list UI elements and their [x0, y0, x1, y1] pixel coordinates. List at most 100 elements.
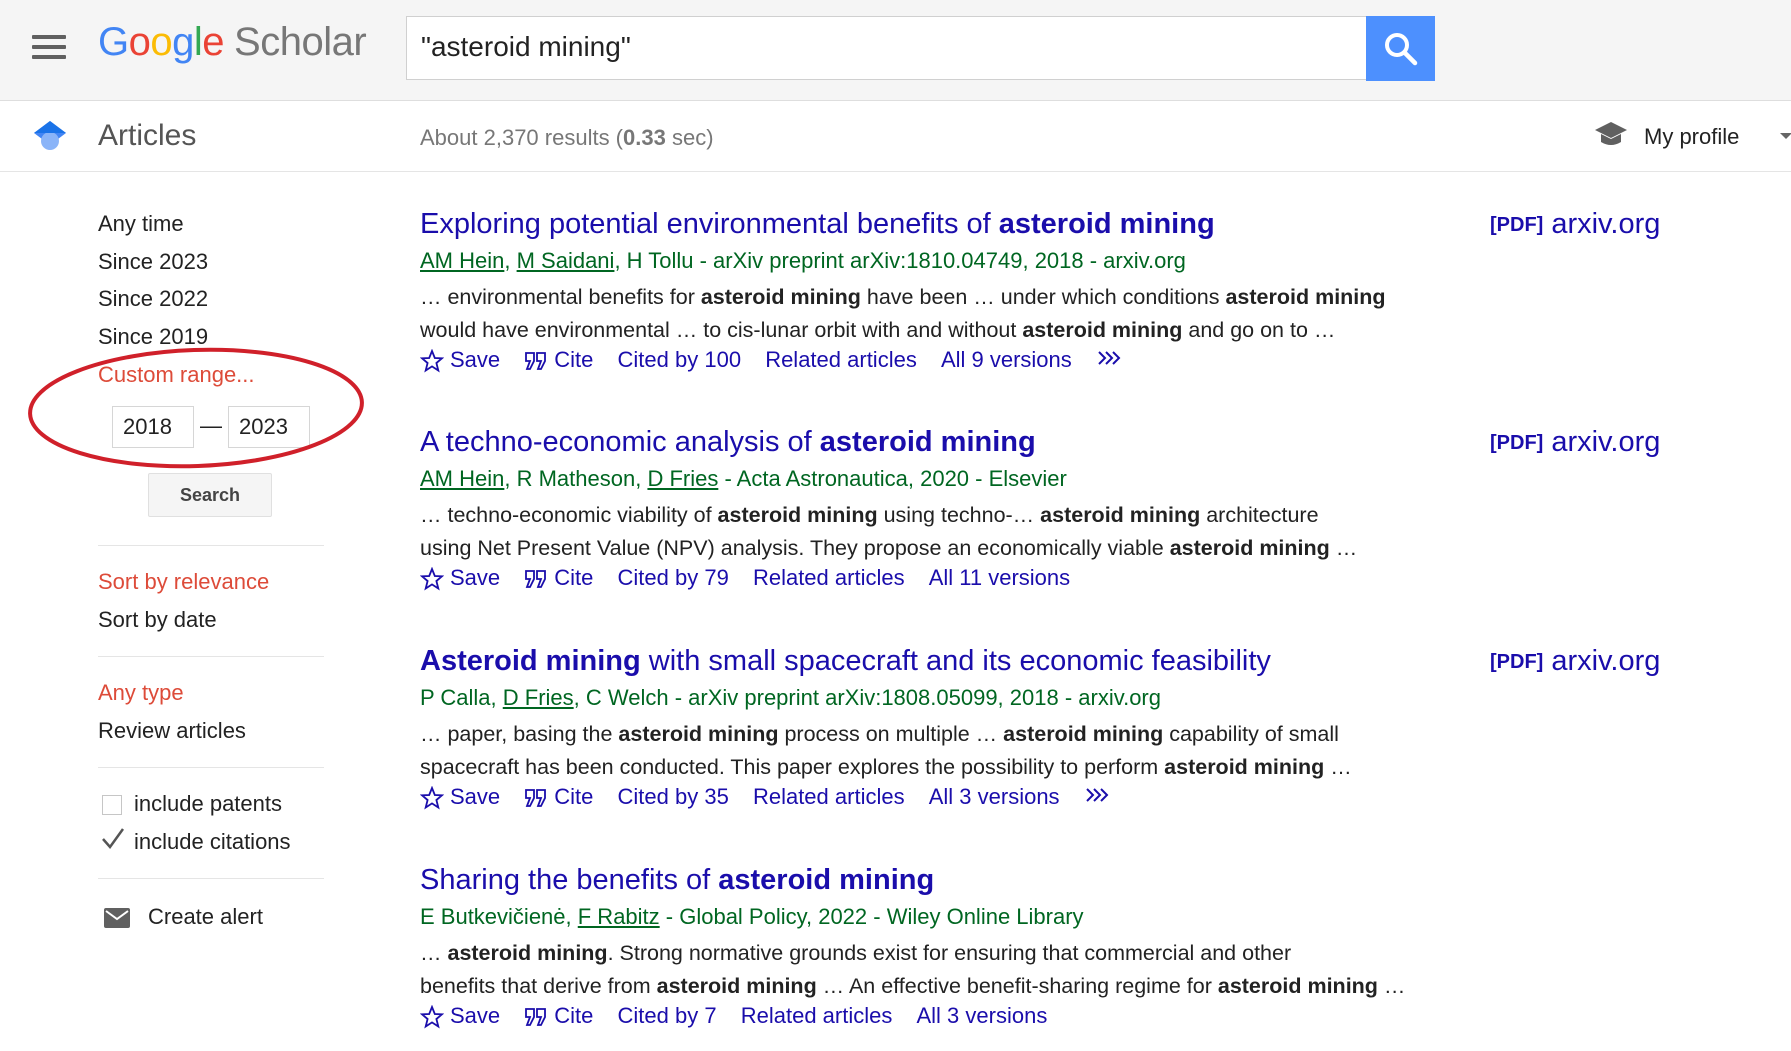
snippet-highlight: asteroid mining [447, 941, 608, 965]
pdf-source: arxiv.org [1551, 645, 1661, 677]
snippet-text: capability of small [1163, 722, 1339, 746]
publication-info: , R Matheson, [504, 466, 648, 491]
author-link[interactable]: F Rabitz [578, 904, 660, 929]
snippet-highlight: asteroid mining [1164, 755, 1325, 779]
create-alert-link[interactable]: Create alert [148, 904, 263, 930]
all-versions-link[interactable]: All 11 versions [929, 565, 1070, 591]
snippet-text: … An effective benefit-sharing regime fo… [816, 974, 1218, 998]
pdf-link[interactable]: [PDF] arxiv.org [1490, 208, 1660, 241]
logo-letter: o [150, 20, 173, 64]
include-patents-checkbox[interactable] [102, 795, 122, 815]
filter-any-time[interactable]: Any time [98, 211, 184, 237]
author-link[interactable]: D Fries [503, 685, 574, 710]
title-text: A techno-economic analysis of [420, 426, 820, 458]
all-versions-link[interactable]: All 3 versions [929, 784, 1060, 810]
related-articles-link[interactable]: Related articles [753, 565, 905, 591]
quote-icon [525, 570, 547, 589]
title-highlight: asteroid mining [998, 208, 1215, 240]
sort-by-relevance[interactable]: Sort by relevance [98, 569, 269, 595]
sort-by-date[interactable]: Sort by date [98, 607, 217, 633]
cite-button[interactable]: Cite [524, 1003, 593, 1029]
all-versions-link[interactable]: All 3 versions [916, 1003, 1047, 1029]
filter-custom-range[interactable]: Custom range... [98, 362, 255, 388]
star-icon [420, 786, 444, 810]
include-citations-checkbox[interactable] [100, 827, 126, 851]
all-versions-link[interactable]: All 9 versions [941, 347, 1072, 373]
filter-since-2023[interactable]: Since 2023 [98, 249, 208, 275]
cite-button[interactable]: Cite [524, 347, 593, 373]
filter-review-articles[interactable]: Review articles [98, 718, 246, 744]
filter-any-type[interactable]: Any type [98, 680, 184, 706]
graduation-cap-icon [1595, 122, 1627, 145]
search-button[interactable] [1366, 16, 1435, 81]
logo-letter: o [128, 20, 151, 64]
my-profile-link[interactable]: My profile [1644, 124, 1739, 150]
snippet-highlight: asteroid mining [717, 503, 878, 527]
more-chevron-icon[interactable] [1084, 784, 1110, 810]
author-link[interactable]: M Saidani [517, 248, 615, 273]
snippet-text: using techno-… [877, 503, 1041, 527]
result-stats: About 2,370 results (0.33 sec) [420, 125, 714, 151]
hamburger-menu-icon[interactable] [32, 35, 66, 59]
save-button[interactable]: Save [420, 565, 500, 591]
pdf-source: arxiv.org [1551, 208, 1661, 240]
author-link[interactable]: AM Hein [420, 248, 504, 273]
result-snippet: … environmental benefits for asteroid mi… [420, 281, 1480, 347]
snippet-text: . Strong normative grounds exist for ens… [607, 941, 1292, 965]
title-highlight: asteroid mining [819, 426, 1036, 458]
snippet-text: … [1324, 755, 1352, 779]
filter-since-2022[interactable]: Since 2022 [98, 286, 208, 312]
pdf-link[interactable]: [PDF] arxiv.org [1490, 645, 1660, 678]
pdf-link[interactable]: [PDF] arxiv.org [1490, 426, 1660, 459]
save-button[interactable]: Save [420, 784, 500, 810]
result-title-link[interactable]: Sharing the benefits of asteroid mining [420, 864, 934, 897]
range-search-button[interactable]: Search [148, 473, 272, 517]
section-title: Articles [98, 119, 197, 152]
result-title-link[interactable]: Exploring potential environmental benefi… [420, 208, 1215, 241]
quote-icon [525, 352, 547, 371]
cite-button[interactable]: Cite [524, 565, 593, 591]
snippet-text: would have environmental … to cis-lunar … [420, 318, 1023, 342]
cited-by-link[interactable]: Cited by 79 [618, 565, 729, 591]
cited-by-link[interactable]: Cited by 7 [618, 1003, 717, 1029]
snippet-highlight: asteroid mining [1003, 722, 1164, 746]
snippet-highlight: asteroid mining [656, 974, 817, 998]
result-snippet: … techno-economic viability of asteroid … [420, 499, 1480, 565]
logo-product-name: Scholar [234, 20, 367, 64]
search-input[interactable] [407, 17, 1307, 77]
publication-info: , H Tollu - arXiv preprint arXiv:1810.04… [614, 248, 1186, 273]
result-snippet: … asteroid mining. Strong normative grou… [420, 937, 1480, 1003]
include-citations-label[interactable]: include citations [134, 829, 291, 855]
cited-by-link[interactable]: Cited by 100 [618, 347, 742, 373]
more-chevron-icon[interactable] [1096, 347, 1122, 373]
related-articles-link[interactable]: Related articles [741, 1003, 893, 1029]
author-link[interactable]: D Fries [647, 466, 718, 491]
author-link[interactable]: AM Hein [420, 466, 504, 491]
related-articles-link[interactable]: Related articles [765, 347, 917, 373]
cite-button[interactable]: Cite [524, 784, 593, 810]
range-to-input[interactable] [228, 406, 310, 448]
search-field[interactable] [406, 16, 1366, 80]
publication-info: - Global Policy, 2022 - Wiley Online Lib… [659, 904, 1084, 929]
result-title-link[interactable]: A techno-economic analysis of asteroid m… [420, 426, 1036, 459]
save-button[interactable]: Save [420, 347, 500, 373]
cite-label: Cite [554, 565, 594, 591]
related-articles-link[interactable]: Related articles [753, 784, 905, 810]
publication-info: , C Welch - arXiv preprint arXiv:1808.05… [573, 685, 1161, 710]
result-authors: E Butkevičienė, F Rabitz - Global Policy… [420, 904, 1084, 930]
snippet-highlight: asteroid mining [1169, 536, 1330, 560]
cited-by-link[interactable]: Cited by 35 [618, 784, 729, 810]
include-patents-label[interactable]: include patents [134, 791, 282, 817]
save-label: Save [450, 565, 501, 591]
save-button[interactable]: Save [420, 1003, 500, 1029]
chevron-down-icon[interactable] [1780, 133, 1791, 139]
snippet-text: have been … under which conditions [860, 285, 1226, 309]
filter-since-2019[interactable]: Since 2019 [98, 324, 208, 350]
save-label: Save [450, 347, 501, 373]
range-from-input[interactable] [112, 406, 194, 448]
google-scholar-logo[interactable]: Google Scholar [98, 20, 367, 65]
cite-label: Cite [554, 784, 594, 810]
quote-icon [525, 789, 547, 808]
result-actions: Save Cite Cited by 7 Related articles Al… [420, 1002, 1065, 1029]
result-title-link[interactable]: Asteroid mining with small spacecraft an… [420, 645, 1271, 678]
